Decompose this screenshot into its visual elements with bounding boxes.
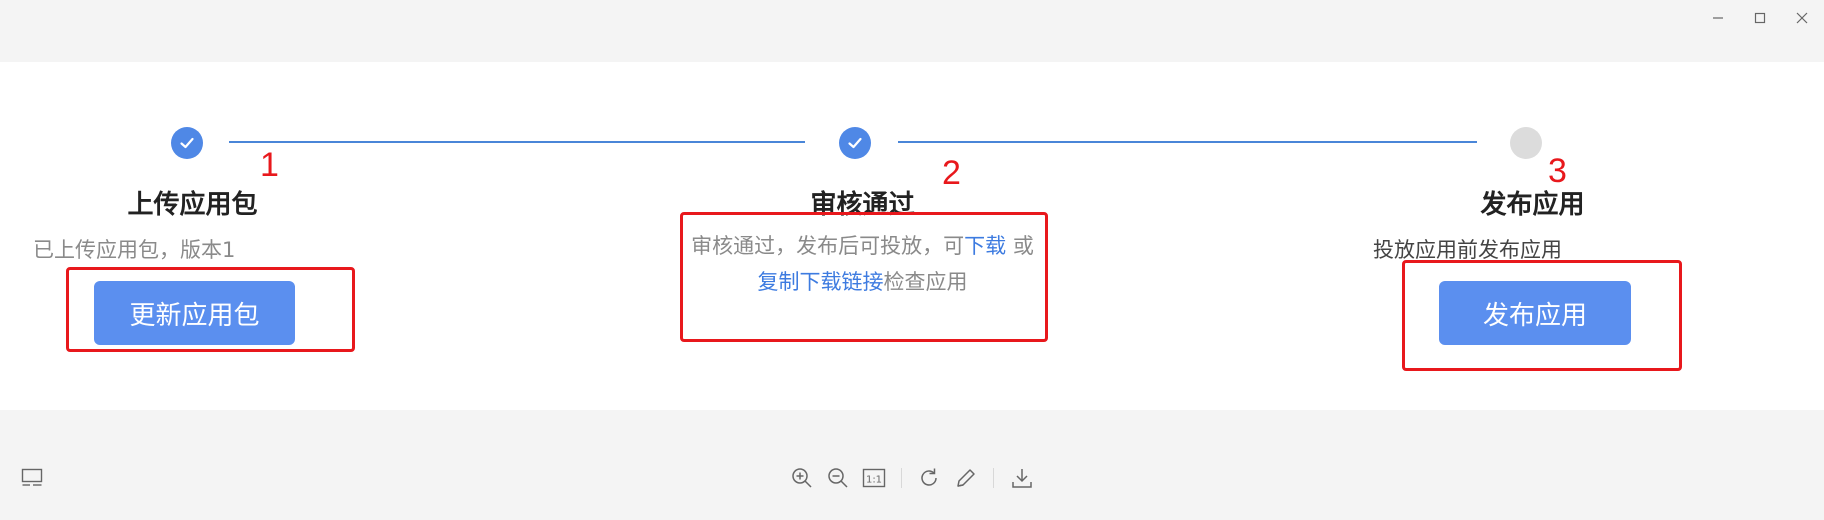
bottom-toolbar [0,410,1824,520]
toolbar-separator [993,468,994,488]
maximize-icon [1754,12,1766,24]
actual-size-icon: 1:1 [862,468,886,488]
check-icon [180,137,194,149]
annotation-box-3 [1402,260,1682,371]
panel-toggle-button[interactable] [18,464,46,492]
actual-size-label: 1:1 [866,475,882,486]
zoom-in-button[interactable] [788,464,816,492]
rotate-button[interactable] [915,464,943,492]
actual-size-button[interactable]: 1:1 [860,464,888,492]
close-button[interactable] [1784,4,1820,32]
maximize-button[interactable] [1742,4,1778,32]
panel-icon [21,468,43,486]
step-connector-1 [229,141,805,143]
check-icon [848,137,862,149]
annotation-number-3: 3 [1548,152,1567,190]
download-icon [1012,469,1032,488]
edit-button[interactable] [952,464,980,492]
minimize-button[interactable] [1700,4,1736,32]
annotation-number-1: 1 [260,146,279,184]
step-1-description: 已上传应用包，版本1 [33,238,236,262]
step-2-indicator [839,127,871,159]
zoom-out-icon [828,468,848,488]
annotation-number-2: 2 [942,154,961,192]
edit-icon [957,469,975,487]
step-connector-2 [898,141,1477,143]
annotation-box-1 [66,267,355,352]
toolbar-separator [901,468,902,488]
step-1-indicator [171,127,203,159]
step-1-title: 上传应用包 [127,190,258,220]
annotation-box-2 [680,212,1048,342]
zoom-in-icon [792,468,812,488]
step-3-title: 发布应用 [1480,190,1585,220]
close-icon [1796,12,1808,24]
step-3-indicator [1510,127,1542,159]
zoom-out-button[interactable] [824,464,852,492]
title-bar [0,0,1824,62]
rotate-icon [921,468,937,486]
minimize-icon [1713,17,1723,19]
download-button[interactable] [1008,464,1036,492]
